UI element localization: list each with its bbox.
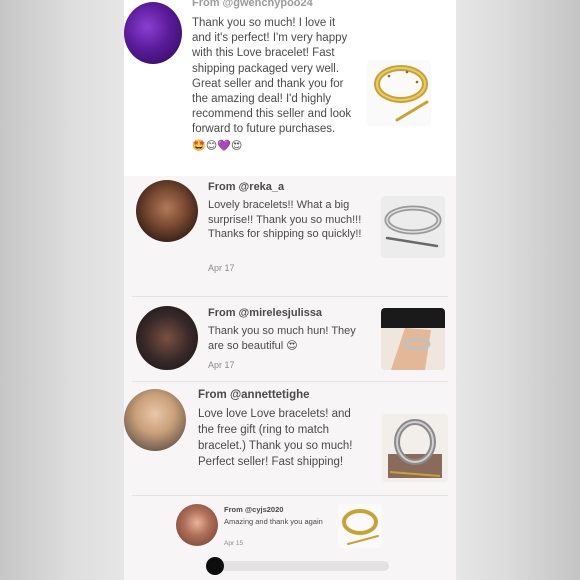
review-author[interactable]: From @mirelesjulissa bbox=[208, 307, 322, 319]
review-text: Amazing and thank you again bbox=[224, 517, 323, 526]
avatar[interactable] bbox=[136, 306, 198, 370]
blurred-backdrop-left bbox=[0, 0, 124, 580]
review-card: From @reka_a Lovely bracelets!! What a b… bbox=[124, 176, 456, 296]
review-date: Apr 15 bbox=[224, 540, 244, 547]
review-card: From @mirelesjulissa Thank you so much h… bbox=[124, 300, 456, 380]
avatar[interactable] bbox=[124, 2, 182, 64]
reviews-feed[interactable]: From @gwenchypoo24 Thank you so much! I … bbox=[124, 0, 456, 580]
gold-bangle-photo-icon[interactable] bbox=[367, 60, 431, 126]
video-progress-handle[interactable] bbox=[206, 557, 224, 575]
review-text: Love love Love bracelets! and the free g… bbox=[198, 408, 353, 468]
review-author[interactable]: From @cyjs2020 bbox=[224, 505, 283, 514]
review-body: Thank you so much hun! They are so beaut… bbox=[208, 325, 356, 352]
review-author[interactable]: From @annettetighe bbox=[198, 389, 310, 401]
avatar[interactable] bbox=[176, 504, 218, 546]
review-date: Apr 17 bbox=[208, 263, 235, 273]
review-card: From @cyjs2020 Amazing and thank you aga… bbox=[124, 498, 456, 554]
review-card: From @gwenchypoo24 Thank you so much! I … bbox=[124, 0, 456, 176]
divider bbox=[132, 296, 448, 297]
video-progress-track[interactable] bbox=[214, 561, 389, 571]
review-emojis: 🤩😊💜😍 bbox=[192, 138, 243, 152]
review-emojis: 😍 bbox=[286, 338, 298, 352]
review-card: From @annettetighe Love love Love bracel… bbox=[124, 384, 456, 494]
silver-bangle-on-box-photo-icon[interactable] bbox=[382, 414, 448, 482]
divider bbox=[132, 381, 448, 382]
blurred-backdrop-right bbox=[456, 0, 580, 580]
silver-bangle-photo-icon[interactable] bbox=[381, 196, 445, 258]
review-text: Thank you so much hun! They are so beaut… bbox=[208, 324, 368, 353]
review-author[interactable]: From @reka_a bbox=[208, 181, 284, 193]
review-text: Lovely bracelets!! What a big surprise!!… bbox=[208, 199, 362, 240]
review-author[interactable]: From @gwenchypoo24 bbox=[192, 0, 313, 9]
review-text: Thank you so much! I love it and it's pe… bbox=[192, 16, 352, 154]
gold-bangle-photo-icon[interactable] bbox=[338, 504, 382, 548]
avatar[interactable] bbox=[136, 180, 198, 242]
divider bbox=[132, 495, 448, 496]
review-body: Thank you so much! I love it and it's pe… bbox=[192, 17, 352, 136]
bracelet-on-wrist-photo-icon[interactable] bbox=[381, 308, 445, 370]
review-date: Apr 17 bbox=[208, 360, 235, 370]
avatar[interactable] bbox=[124, 389, 186, 451]
